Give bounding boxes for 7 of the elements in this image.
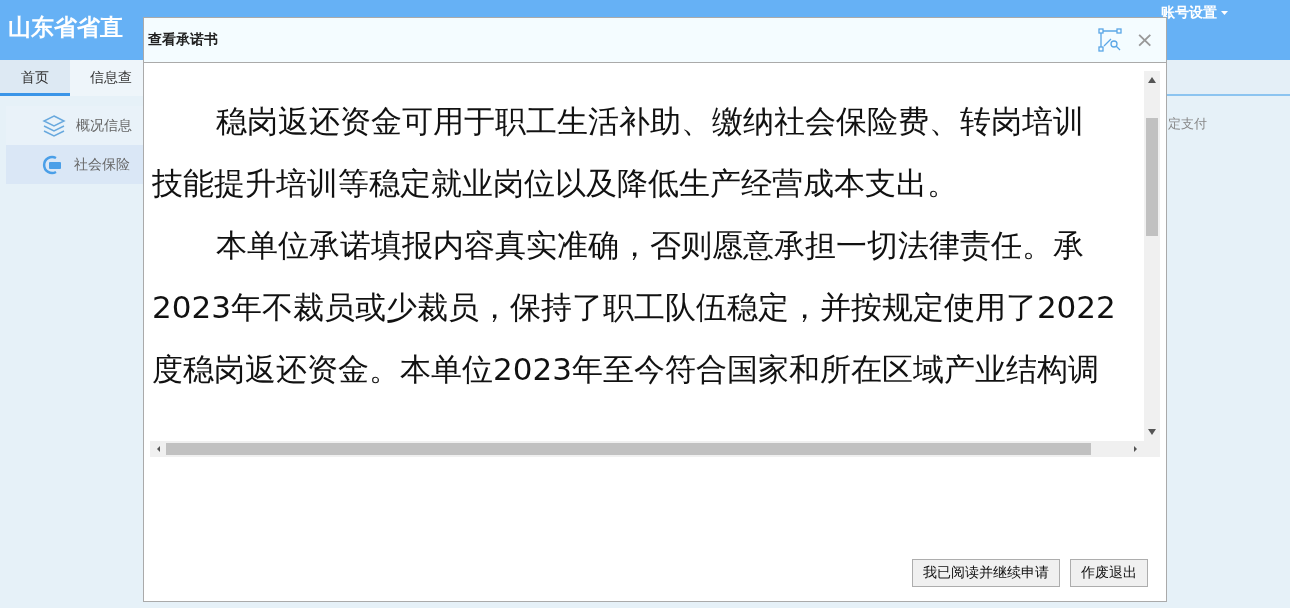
app-title: 山东省省直 [7, 13, 123, 42]
menu-text: 定支付 [1168, 115, 1207, 133]
text-line: 2023年不裁员或少裁员，保持了职工队伍稳定，并按规定使用了2022 [151, 288, 1117, 327]
text-line: 度稳岗返还资金。本单位2023年至今符合国家和所在区域产业结构调 [151, 350, 1100, 389]
text-line: 本单位承诺填报内容真实准确，否则愿意承担一切法律责任。承 [215, 226, 1085, 265]
dialog-title: 查看承诺书 [148, 31, 219, 49]
text-line: 稳岗返还资金可用于职工生活补助、缴纳社会保险费、转岗培训 [215, 102, 1085, 141]
